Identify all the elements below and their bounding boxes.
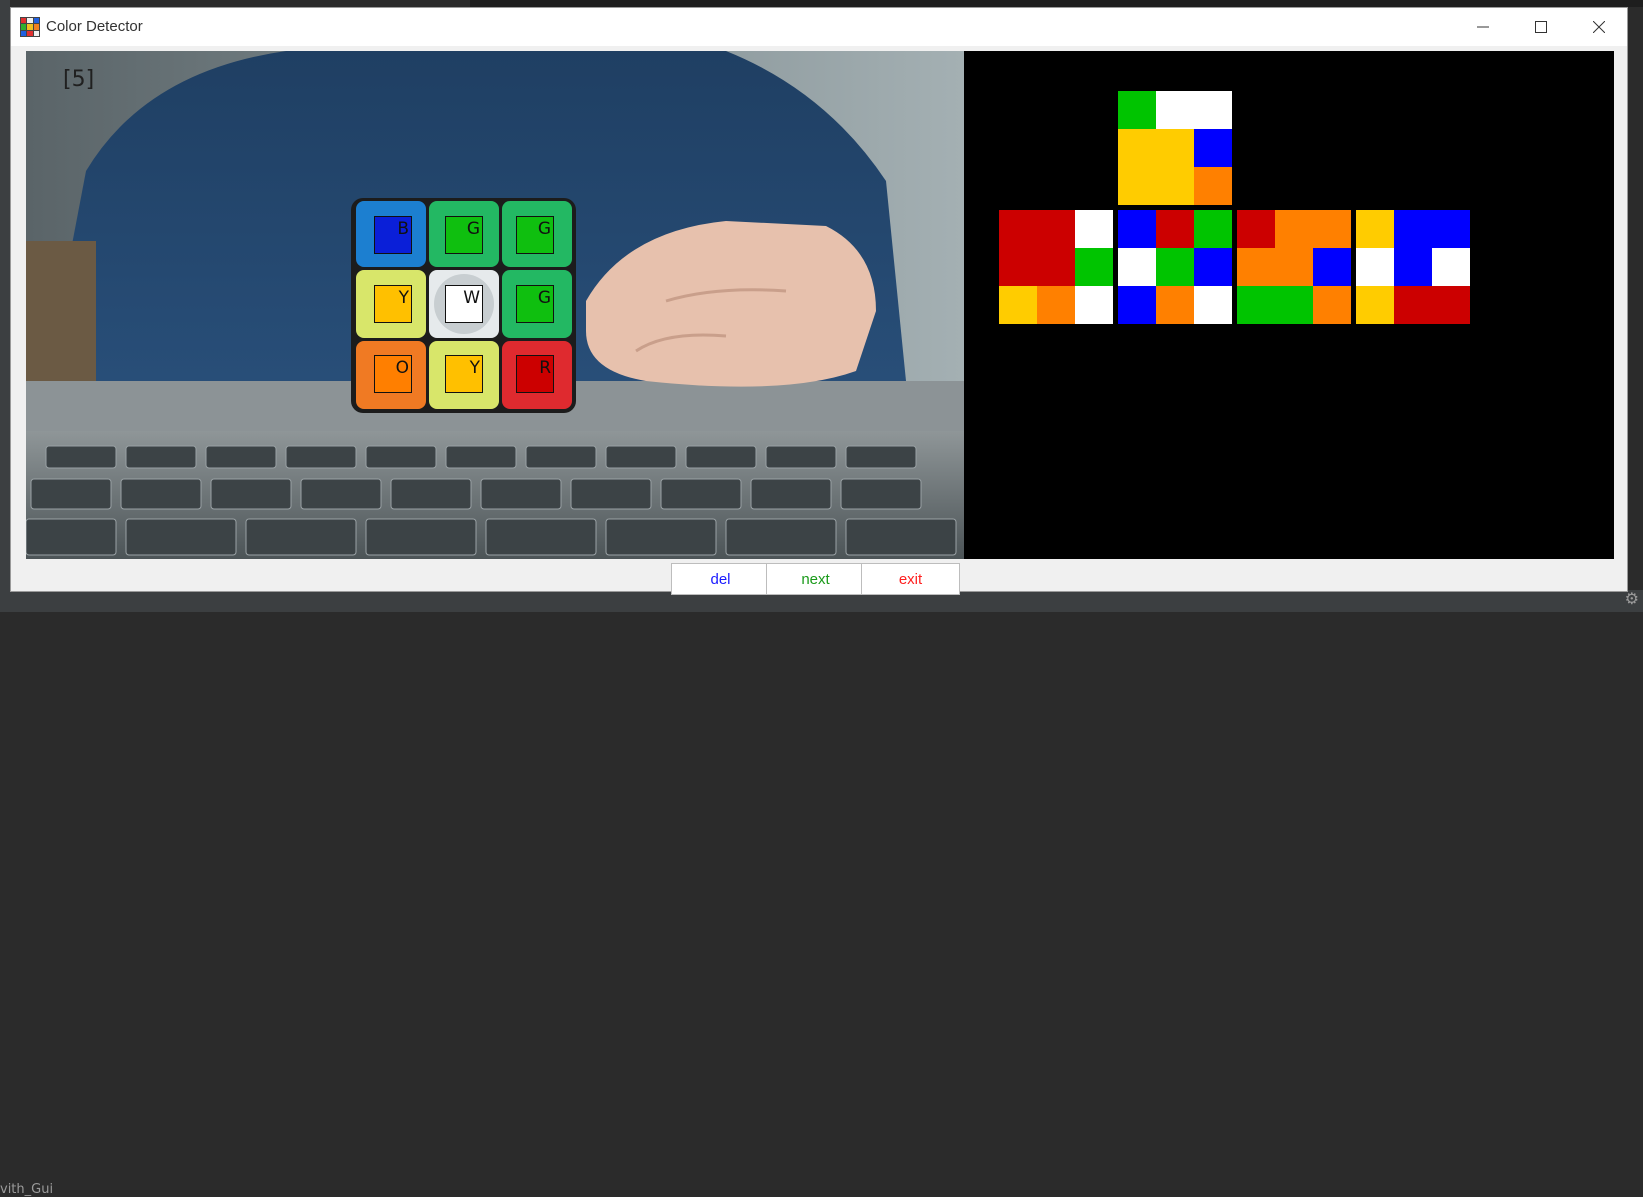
- net-sticker: [1037, 248, 1075, 286]
- net-sticker: [1118, 167, 1156, 205]
- net-sticker: [999, 286, 1037, 324]
- del-button[interactable]: del: [671, 563, 770, 595]
- detected-color-label: G: [537, 288, 551, 308]
- net-sticker: [1118, 210, 1156, 248]
- net-sticker: [1075, 210, 1113, 248]
- face-back: [1356, 210, 1470, 324]
- detected-color-label: B: [397, 219, 409, 239]
- net-sticker: [1432, 286, 1470, 324]
- net-sticker: [1394, 286, 1432, 324]
- net-sticker: [1275, 286, 1313, 324]
- net-sticker: [1156, 210, 1194, 248]
- close-icon: [1593, 21, 1605, 33]
- next-button[interactable]: next: [766, 563, 865, 595]
- net-sticker: [999, 248, 1037, 286]
- face-counter: [5]: [63, 67, 95, 92]
- net-sticker: [1237, 286, 1275, 324]
- detected-sticker: R: [516, 355, 554, 393]
- net-sticker: [1194, 286, 1232, 324]
- camera-scene-image: [26, 51, 964, 559]
- detected-color-label: G: [537, 219, 551, 239]
- exit-button[interactable]: exit: [861, 563, 960, 595]
- net-sticker: [1356, 286, 1394, 324]
- detected-sticker: G: [516, 216, 554, 254]
- net-sticker: [1432, 248, 1470, 286]
- ide-tab-label: vith_Gui: [0, 1182, 54, 1197]
- face-left: [999, 210, 1113, 324]
- detected-color-label: G: [466, 219, 480, 239]
- close-button[interactable]: [1570, 8, 1628, 46]
- net-sticker: [1356, 248, 1394, 286]
- net-sticker: [1194, 91, 1232, 129]
- detected-color-label: Y: [398, 288, 409, 308]
- net-sticker: [1075, 248, 1113, 286]
- color-detector-window: Color Detector [5] B G G Y W G O Y R del…: [10, 7, 1628, 595]
- net-sticker: [1118, 91, 1156, 129]
- cube-net-panel: [964, 51, 1614, 559]
- window-title: Color Detector: [46, 18, 143, 35]
- detected-sticker: B: [374, 216, 412, 254]
- net-sticker: [1313, 248, 1351, 286]
- net-sticker: [1275, 210, 1313, 248]
- net-sticker: [1275, 248, 1313, 286]
- net-sticker: [1156, 167, 1194, 205]
- net-sticker: [1394, 210, 1432, 248]
- maximize-icon: [1535, 21, 1547, 33]
- net-sticker: [1156, 91, 1194, 129]
- net-sticker: [999, 210, 1037, 248]
- net-sticker: [1432, 210, 1470, 248]
- minimize-button[interactable]: [1454, 8, 1512, 46]
- detected-sticker: Y: [374, 285, 412, 323]
- camera-feed: [5] B G G Y W G O Y R: [26, 51, 964, 559]
- net-sticker: [1356, 210, 1394, 248]
- net-sticker: [1394, 248, 1432, 286]
- net-sticker: [1313, 210, 1351, 248]
- face-front: [1118, 210, 1232, 324]
- detected-sticker: G: [445, 216, 483, 254]
- minimize-icon: [1477, 26, 1489, 28]
- net-sticker: [1118, 286, 1156, 324]
- net-sticker: [1037, 286, 1075, 324]
- detected-sticker: Y: [445, 355, 483, 393]
- face-up: [1118, 91, 1232, 205]
- net-sticker: [1075, 286, 1113, 324]
- face-right: [1237, 210, 1351, 324]
- desktop-background-top: [470, 0, 1643, 7]
- detected-color-label: W: [463, 288, 480, 308]
- net-sticker: [1037, 210, 1075, 248]
- detected-color-label: Y: [469, 358, 480, 378]
- detected-sticker: G: [516, 285, 554, 323]
- gear-icon[interactable]: ⚙: [1625, 589, 1639, 609]
- title-bar[interactable]: Color Detector: [11, 8, 1627, 46]
- net-sticker: [1156, 129, 1194, 167]
- net-sticker: [1194, 248, 1232, 286]
- app-cube-icon: [20, 17, 40, 37]
- detected-color-label: R: [539, 358, 551, 378]
- detected-color-label: O: [395, 358, 409, 378]
- net-sticker: [1194, 129, 1232, 167]
- net-sticker: [1313, 286, 1351, 324]
- detected-sticker: O: [374, 355, 412, 393]
- net-sticker: [1237, 248, 1275, 286]
- net-sticker: [1156, 286, 1194, 324]
- net-sticker: [1194, 210, 1232, 248]
- net-sticker: [1194, 167, 1232, 205]
- detected-sticker: W: [445, 285, 483, 323]
- net-sticker: [1118, 248, 1156, 286]
- net-sticker: [1156, 248, 1194, 286]
- maximize-button[interactable]: [1512, 8, 1570, 46]
- desktop-background: [0, 0, 10, 612]
- net-sticker: [1118, 129, 1156, 167]
- net-sticker: [1237, 210, 1275, 248]
